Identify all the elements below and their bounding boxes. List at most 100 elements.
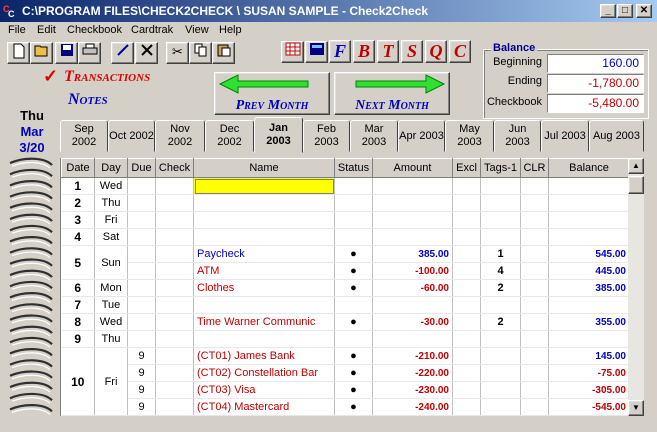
- tags-cell[interactable]: [480, 296, 521, 314]
- status-cell[interactable]: ●: [334, 364, 373, 382]
- balance-cell[interactable]: [548, 211, 628, 229]
- check-cell[interactable]: [155, 177, 194, 195]
- status-cell[interactable]: ●: [334, 347, 373, 365]
- day-cell[interactable]: Wed: [94, 313, 128, 331]
- prev-month-button[interactable]: Prev Month: [214, 72, 330, 115]
- clr-cell[interactable]: [520, 330, 549, 348]
- scroll-up-button[interactable]: ▲: [628, 158, 644, 174]
- tags-cell[interactable]: 1: [480, 245, 521, 263]
- status-cell[interactable]: [334, 177, 373, 195]
- date-cell[interactable]: 7: [61, 296, 95, 314]
- name-cell[interactable]: (CT04) Mastercard: [193, 398, 335, 416]
- clr-cell[interactable]: [520, 262, 549, 280]
- name-cell[interactable]: (CT01) James Bank: [193, 347, 335, 365]
- check-cell[interactable]: [155, 381, 194, 399]
- due-cell[interactable]: [127, 177, 156, 195]
- menu-file[interactable]: File: [8, 24, 26, 36]
- excl-cell[interactable]: [452, 364, 481, 382]
- table-row[interactable]: 7 Tue: [61, 296, 628, 314]
- status-cell[interactable]: [334, 228, 373, 246]
- excl-cell[interactable]: [452, 211, 481, 229]
- clr-cell[interactable]: [520, 194, 549, 212]
- day-cell[interactable]: Wed: [94, 177, 128, 195]
- tab-month[interactable]: Aug 2003: [589, 120, 644, 152]
- amount-cell[interactable]: [372, 177, 453, 195]
- table-row[interactable]: 9 (CT02) Constellation Bar ● -220.00 -75.00: [62, 364, 628, 382]
- name-cell[interactable]: (CT03) Visa: [193, 381, 335, 399]
- name-cell[interactable]: [193, 194, 335, 212]
- table-row[interactable]: 3 Fri: [61, 211, 628, 229]
- table-row[interactable]: 9 (CT03) Visa ● -230.00 -305.00: [62, 381, 628, 399]
- balance-cell[interactable]: [548, 194, 628, 212]
- excl-cell[interactable]: [452, 194, 481, 212]
- status-cell[interactable]: ●: [334, 381, 373, 399]
- print-icon[interactable]: [78, 42, 101, 64]
- status-cell[interactable]: ●: [334, 313, 373, 331]
- tags-cell[interactable]: [480, 330, 521, 348]
- clr-cell[interactable]: [520, 211, 549, 229]
- column-header[interactable]: CLR: [520, 158, 549, 178]
- due-cell[interactable]: [127, 296, 156, 314]
- amount-cell[interactable]: [372, 330, 453, 348]
- clr-cell[interactable]: [520, 398, 549, 416]
- menu-edit[interactable]: Edit: [37, 24, 56, 36]
- due-cell[interactable]: [127, 330, 156, 348]
- status-cell[interactable]: [334, 194, 373, 212]
- s-button[interactable]: S: [401, 40, 423, 63]
- status-cell[interactable]: [334, 330, 373, 348]
- scroll-thumb[interactable]: [628, 176, 644, 194]
- amount-cell[interactable]: -210.00: [372, 347, 453, 365]
- day-cell[interactable]: Thu: [94, 330, 128, 348]
- excl-cell[interactable]: [452, 228, 481, 246]
- name-cell[interactable]: [193, 177, 335, 195]
- day-cell[interactable]: Sun: [94, 245, 128, 280]
- date-cell[interactable]: 5: [61, 245, 95, 280]
- column-header[interactable]: Day: [94, 158, 128, 178]
- check-cell[interactable]: [155, 347, 194, 365]
- name-cell[interactable]: Time Warner Communic: [193, 313, 335, 331]
- next-month-button[interactable]: Next Month: [334, 72, 450, 115]
- amount-cell[interactable]: -100.00: [372, 262, 453, 280]
- table-row[interactable]: 2 Thu: [61, 194, 628, 212]
- excl-cell[interactable]: [452, 398, 481, 416]
- tab-month[interactable]: Jun 2003: [494, 120, 541, 152]
- status-cell[interactable]: ●: [334, 279, 373, 297]
- due-cell[interactable]: [127, 313, 156, 331]
- column-header[interactable]: Status: [334, 158, 373, 178]
- name-cell[interactable]: (CT02) Constellation Bar: [193, 364, 335, 382]
- balance-cell[interactable]: -75.00: [548, 364, 628, 382]
- table-row[interactable]: 4 Sat: [61, 228, 628, 246]
- table-row[interactable]: 9 (CT04) Mastercard ● -240.00 -545.00: [62, 398, 628, 416]
- tab-month[interactable]: Oct 2002: [108, 120, 155, 152]
- table-row[interactable]: 5 Sun Paycheck ● 385.00 1 545.00: [61, 245, 628, 280]
- new-icon[interactable]: [7, 42, 30, 64]
- column-header[interactable]: Check: [155, 158, 194, 178]
- vertical-scrollbar[interactable]: ▲ ▼: [628, 158, 644, 416]
- excl-cell[interactable]: [452, 296, 481, 314]
- clr-cell[interactable]: [520, 279, 549, 297]
- calendar-grid-icon[interactable]: [281, 41, 304, 63]
- balance-cell[interactable]: [548, 228, 628, 246]
- app-icon[interactable]: CC: [3, 3, 19, 19]
- due-cell[interactable]: [127, 194, 156, 212]
- amount-cell[interactable]: -240.00: [372, 398, 453, 416]
- day-cell[interactable]: Sat: [94, 228, 128, 246]
- b-button[interactable]: B: [353, 40, 375, 63]
- excl-cell[interactable]: [452, 347, 481, 365]
- transactions-heading[interactable]: Transactions: [64, 68, 150, 86]
- scissors-icon[interactable]: ✂: [166, 42, 189, 64]
- amount-cell[interactable]: [372, 296, 453, 314]
- column-header[interactable]: Due: [127, 158, 156, 178]
- name-cell[interactable]: [193, 330, 335, 348]
- clr-cell[interactable]: [520, 381, 549, 399]
- amount-cell[interactable]: [372, 228, 453, 246]
- clr-cell[interactable]: [520, 245, 549, 263]
- clr-cell[interactable]: [520, 296, 549, 314]
- amount-cell[interactable]: 385.00: [372, 245, 453, 263]
- tags-cell[interactable]: [480, 364, 521, 382]
- date-cell[interactable]: 9: [61, 330, 95, 348]
- due-cell[interactable]: 9: [127, 347, 156, 365]
- tags-cell[interactable]: 2: [480, 279, 521, 297]
- name-cell[interactable]: [193, 296, 335, 314]
- table-row[interactable]: 8 Wed Time Warner Communic ● -30.00 2 355.00: [61, 313, 628, 331]
